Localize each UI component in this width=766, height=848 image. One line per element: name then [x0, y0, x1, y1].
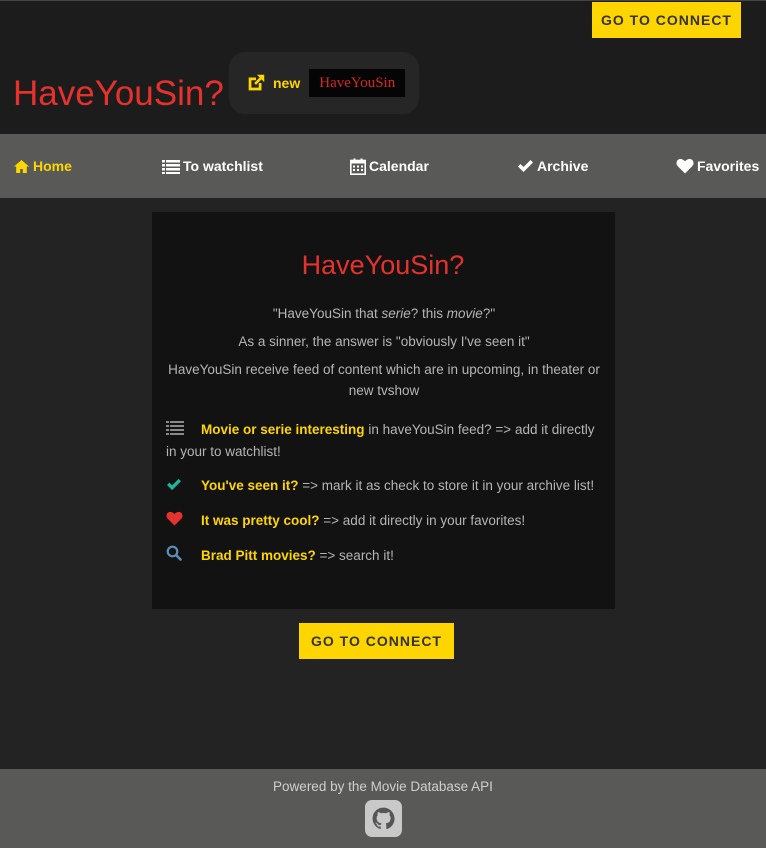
- tagline-feed: HaveYouSin receive feed of content which…: [168, 362, 600, 398]
- feature-search: Brad Pitt movies? => search it!: [166, 545, 606, 567]
- footer: Powered by the Movie Database API: [0, 769, 766, 848]
- new-label: new: [273, 75, 301, 91]
- check-icon: [518, 160, 533, 172]
- nav-item-label: Home: [33, 158, 72, 174]
- tagline-answer: As a sinner, the answer is "obviously I'…: [238, 334, 530, 349]
- heart-icon: [166, 511, 201, 532]
- footer-credit: Powered by the Movie Database API: [273, 779, 493, 794]
- feature-archive: You've seen it? => mark it as check to s…: [166, 475, 606, 497]
- brand-title[interactable]: HaveYouSin?: [13, 74, 224, 114]
- connect-button-main[interactable]: GO TO CONNECT: [299, 623, 454, 659]
- nav-item-home[interactable]: Home: [13, 134, 72, 198]
- card-title: HaveYouSin?: [301, 250, 465, 280]
- main-nav: Home To watchlist Calendar Archive Favor…: [0, 134, 766, 198]
- feature-watchlist: Movie or serie interesting in haveYouSin…: [166, 419, 606, 462]
- new-logo: HaveYouSin: [309, 69, 406, 97]
- tagline-quote: "HaveYouSin that serie? this movie?": [272, 306, 496, 321]
- feature-favorites: It was pretty cool? => add it directly i…: [166, 510, 606, 532]
- check-icon: [166, 476, 201, 497]
- home-icon: [14, 159, 29, 173]
- nav-item-favorites[interactable]: Favorites: [676, 134, 759, 198]
- new-version-link[interactable]: new HaveYouSin: [229, 52, 419, 114]
- nav-item-label: To watchlist: [183, 158, 263, 174]
- header: GO TO CONNECT HaveYouSin? new HaveYouSin: [0, 0, 766, 134]
- github-link[interactable]: [365, 800, 402, 837]
- nav-item-calendar[interactable]: Calendar: [350, 134, 429, 198]
- external-link-icon: [248, 74, 265, 91]
- nav-item-label: Archive: [537, 158, 589, 174]
- search-icon: [166, 545, 201, 567]
- heart-icon: [676, 158, 694, 174]
- nav-item-watchlist[interactable]: To watchlist: [162, 134, 263, 198]
- nav-item-label: Favorites: [697, 158, 760, 174]
- github-icon: [372, 807, 395, 830]
- list-icon: [166, 420, 201, 441]
- nav-item-label: Calendar: [369, 158, 429, 174]
- list-icon: [162, 159, 180, 174]
- connect-button-top[interactable]: GO TO CONNECT: [592, 2, 741, 38]
- nav-item-archive[interactable]: Archive: [517, 134, 588, 198]
- calendar-icon: [350, 158, 366, 175]
